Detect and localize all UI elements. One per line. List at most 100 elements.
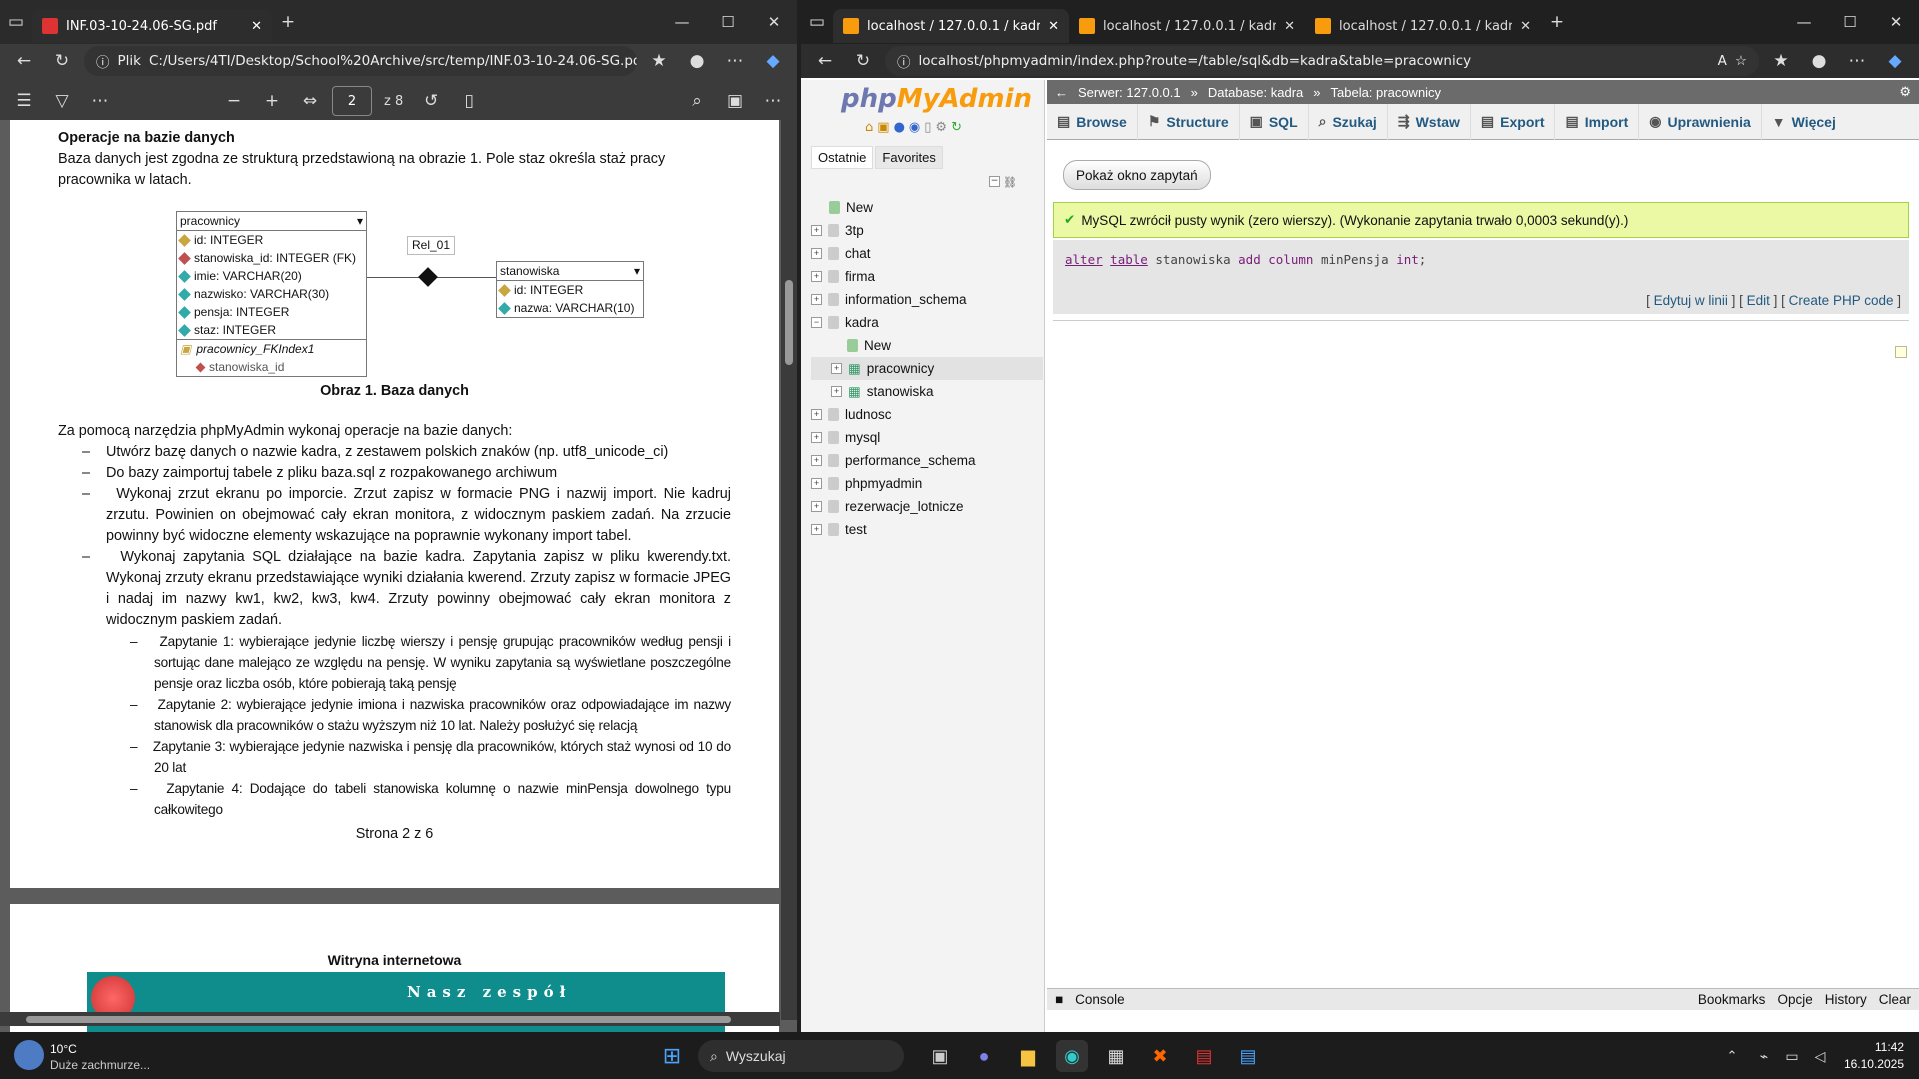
maximize-icon[interactable]: ☐ bbox=[1827, 0, 1873, 44]
weather-desc[interactable]: Duże zachmurze... bbox=[50, 1058, 150, 1072]
tree-item-db[interactable]: +3tp bbox=[811, 219, 1043, 242]
logout-icon[interactable]: ▣ bbox=[877, 120, 889, 135]
close-window-icon[interactable]: ✕ bbox=[1873, 0, 1919, 44]
close-tab-icon[interactable]: ✕ bbox=[1284, 19, 1295, 34]
task-view-icon[interactable]: ▣ bbox=[924, 1040, 956, 1072]
pdf-app-icon[interactable]: ▤ bbox=[1188, 1040, 1220, 1072]
save-icon[interactable]: ▣ bbox=[719, 87, 751, 115]
crumb-server[interactable]: Serwer: 127.0.0.1 bbox=[1078, 85, 1181, 100]
edge-icon[interactable]: ◉ bbox=[1056, 1040, 1088, 1072]
tab-insert[interactable]: ⇶ Wstaw bbox=[1388, 103, 1471, 140]
page-number-input[interactable]: 2 bbox=[332, 86, 372, 116]
search-box[interactable]: ⌕ Wyszukaj bbox=[698, 1040, 904, 1072]
tab-recent[interactable]: Ostatnie bbox=[811, 146, 874, 169]
fit-width-icon[interactable]: ⇔ bbox=[294, 87, 326, 115]
minimize-icon[interactable]: — bbox=[1781, 0, 1827, 44]
teams-icon[interactable]: ● bbox=[968, 1040, 1000, 1072]
tab-browse[interactable]: ▤ Browse bbox=[1047, 103, 1138, 140]
sidebar-toggle-icon[interactable]: ▭ bbox=[801, 8, 833, 36]
more-icon[interactable]: ⋯ bbox=[719, 47, 751, 75]
reload-icon[interactable]: ↻ bbox=[951, 120, 962, 135]
tab-sql[interactable]: ▣ SQL bbox=[1240, 103, 1309, 140]
file-explorer-icon[interactable]: ▆ bbox=[1012, 1040, 1044, 1072]
weather-icon[interactable] bbox=[14, 1040, 44, 1070]
settings-icon[interactable]: ⚙ bbox=[1899, 84, 1911, 100]
tree-item-db[interactable]: + phpmyadmin bbox=[811, 472, 1043, 495]
zoom-out-icon[interactable]: − bbox=[218, 87, 250, 115]
collapse-all-icon[interactable]: − bbox=[989, 176, 1000, 187]
tree-item-new[interactable]: New bbox=[811, 196, 1043, 219]
favorites-icon[interactable]: ★ bbox=[1765, 47, 1797, 75]
tab-export[interactable]: ▤ Export bbox=[1471, 103, 1556, 140]
console-options[interactable]: Opcje bbox=[1777, 992, 1812, 1007]
new-tab-icon[interactable]: + bbox=[1541, 8, 1573, 36]
docs-icon[interactable]: ◉ bbox=[909, 120, 920, 135]
notepad-icon[interactable]: ▤ bbox=[1232, 1040, 1264, 1072]
read-aloud-icon[interactable]: A bbox=[1718, 53, 1727, 69]
url-field[interactable]: ⓘ Plik C:/Users/4TI/Desktop/School%20Arc… bbox=[84, 46, 637, 76]
home-icon[interactable]: ⌂ bbox=[865, 120, 873, 135]
tree-item-db-kadra[interactable]: − kadra bbox=[811, 311, 1043, 334]
close-tab-icon[interactable]: ✕ bbox=[251, 19, 262, 34]
tab-1[interactable]: localhost / 127.0.0.1 / kadra / prac ✕ bbox=[833, 9, 1069, 43]
tab-search[interactable]: ⌕ Szukaj bbox=[1309, 103, 1388, 140]
vertical-scrollbar[interactable] bbox=[781, 120, 797, 1020]
console-clear[interactable]: Clear bbox=[1879, 992, 1911, 1007]
docs-page-icon[interactable]: ▯ bbox=[924, 120, 931, 135]
link-icon[interactable]: ⛓ bbox=[1003, 176, 1017, 189]
collapse-nav-icon[interactable]: ← bbox=[1055, 85, 1068, 100]
tab-privileges[interactable]: ◉ Uprawnienia bbox=[1639, 103, 1762, 140]
tree-item-db[interactable]: + mysql bbox=[811, 426, 1043, 449]
create-php-link[interactable]: Create PHP code bbox=[1789, 293, 1894, 308]
close-tab-icon[interactable]: ✕ bbox=[1520, 19, 1531, 34]
store-icon[interactable]: ▦ bbox=[1100, 1040, 1132, 1072]
page-settings-icon[interactable] bbox=[1895, 346, 1907, 358]
close-window-icon[interactable]: ✕ bbox=[751, 0, 797, 44]
clock-date[interactable]: 16.10.2025 bbox=[1832, 1057, 1904, 1071]
favorites-icon[interactable]: ★ bbox=[643, 47, 675, 75]
more-tools-icon[interactable]: ⋯ bbox=[84, 87, 116, 115]
tree-item-db[interactable]: + rezerwacje_lotnicze bbox=[811, 495, 1043, 518]
maximize-icon[interactable]: ☐ bbox=[705, 0, 751, 44]
refresh-icon[interactable]: ↻ bbox=[46, 47, 78, 75]
tab-favorites[interactable]: Favorites bbox=[875, 146, 943, 169]
settings-icon[interactable]: ⚙ bbox=[935, 120, 947, 135]
sidebar-toggle-icon[interactable]: ▭ bbox=[0, 8, 32, 36]
weather-temp[interactable]: 10°C bbox=[50, 1042, 77, 1056]
edit-link[interactable]: Edit bbox=[1747, 293, 1770, 308]
copilot-icon[interactable]: ◆ bbox=[1879, 47, 1911, 75]
tab-pdf[interactable]: INF.03-10-24.06-SG.pdf ✕ bbox=[32, 9, 272, 43]
tree-item-db[interactable]: + performance_schema bbox=[811, 449, 1043, 472]
minimize-icon[interactable]: — bbox=[659, 0, 705, 44]
tree-item-db[interactable]: + chat bbox=[811, 242, 1043, 265]
new-tab-icon[interactable]: + bbox=[272, 8, 304, 36]
tab-2[interactable]: localhost / 127.0.0.1 / kadra / prac ✕ bbox=[1069, 9, 1305, 43]
tab-import[interactable]: ▤ Import bbox=[1555, 103, 1640, 140]
start-icon[interactable]: ⊞ bbox=[656, 1040, 688, 1072]
more-icon[interactable]: ⋯ bbox=[1841, 47, 1873, 75]
search-icon[interactable]: ⌕ bbox=[681, 87, 713, 115]
console-history[interactable]: History bbox=[1825, 992, 1867, 1007]
tab-3[interactable]: localhost / 127.0.0.1 / kadra / stan ✕ bbox=[1305, 9, 1541, 43]
tree-item-table-stanowiska[interactable]: + ▦ stanowiska bbox=[811, 380, 1043, 403]
tray-chevron-icon[interactable]: ⌃ bbox=[1716, 1040, 1748, 1072]
back-icon[interactable]: ← bbox=[8, 47, 40, 75]
tree-item-db[interactable]: + ludnosc bbox=[811, 403, 1043, 426]
page-view-icon[interactable]: ▯ bbox=[453, 87, 485, 115]
profile-icon[interactable]: ● bbox=[681, 47, 713, 75]
help-icon[interactable]: ● bbox=[894, 120, 905, 135]
console-toggle[interactable]: Console bbox=[1075, 992, 1125, 1007]
contents-icon[interactable]: ☰ bbox=[8, 87, 40, 115]
pdf-viewport[interactable]: Operacje na bazie danych Baza danych jes… bbox=[0, 120, 797, 1032]
console-bookmarks[interactable]: Bookmarks bbox=[1698, 992, 1766, 1007]
tree-item-new[interactable]: New bbox=[811, 334, 1043, 357]
horizontal-scrollbar[interactable] bbox=[0, 1012, 780, 1026]
favorite-star-icon[interactable]: ☆ bbox=[1735, 53, 1747, 69]
show-query-box-button[interactable]: Pokaż okno zapytań bbox=[1063, 160, 1211, 190]
clock-time[interactable]: 11:42 bbox=[1852, 1040, 1904, 1054]
more-icon[interactable]: ⋯ bbox=[757, 87, 789, 115]
tab-structure[interactable]: ⚑ Structure bbox=[1138, 103, 1240, 140]
url-field[interactable]: ⓘ localhost/phpmyadmin/index.php?route=/… bbox=[885, 46, 1759, 76]
tree-item-db[interactable]: + firma bbox=[811, 265, 1043, 288]
xampp-icon[interactable]: ✖ bbox=[1144, 1040, 1176, 1072]
